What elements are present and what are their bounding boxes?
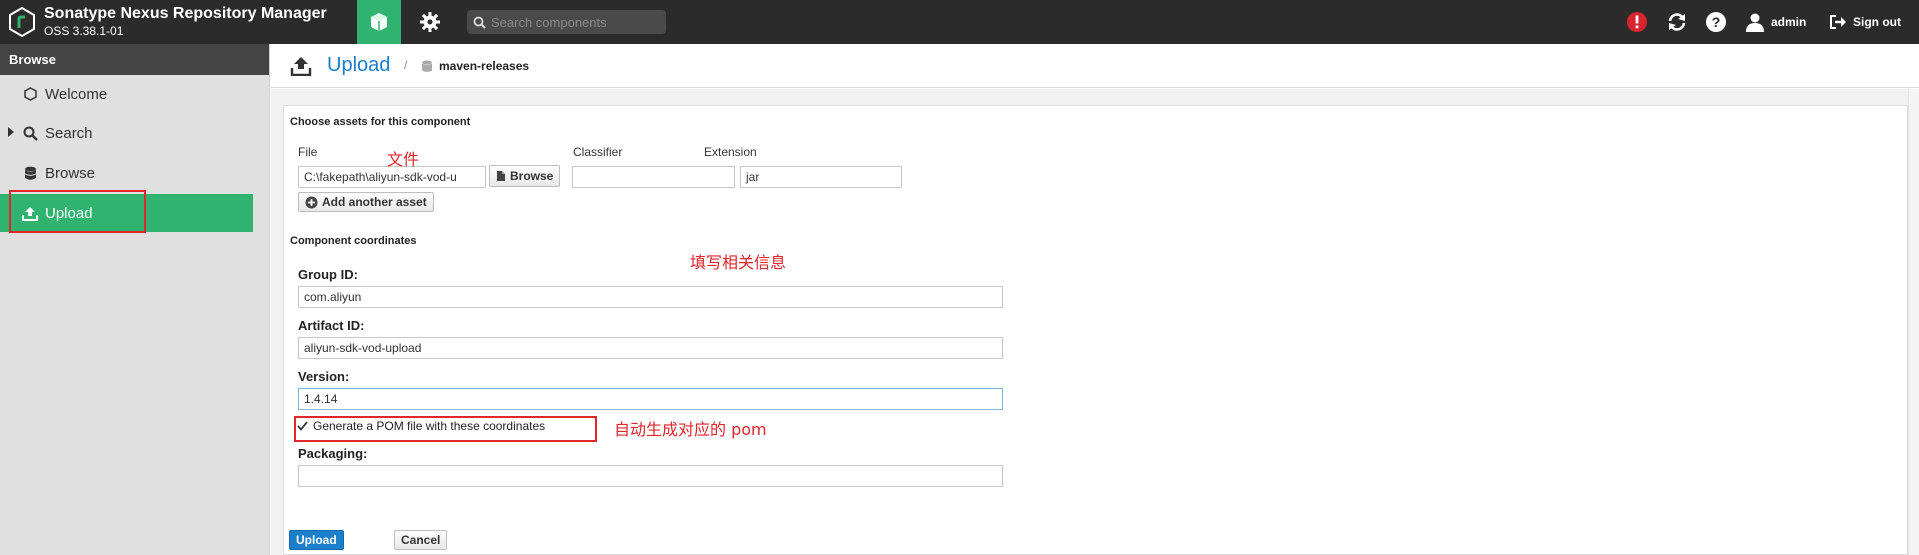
version-field[interactable]: 1.4.14 (298, 388, 1003, 410)
system-alert-button[interactable] (1624, 9, 1650, 35)
annotation-highlight-box (9, 190, 146, 233)
help-icon: ? (1706, 12, 1726, 32)
search-icon (22, 125, 38, 141)
annotation-auto-pom: 自动生成对应的 pom (614, 420, 767, 439)
search-input[interactable] (491, 14, 661, 30)
group-id-label: Group ID: (298, 267, 358, 282)
database-icon (22, 165, 38, 181)
cube-icon (371, 13, 387, 31)
user-icon (1746, 13, 1764, 32)
file-label: File (298, 145, 318, 159)
sign-out-icon (1830, 15, 1846, 29)
sidebar-item-browse[interactable]: Browse (0, 154, 253, 192)
browse-mode-button[interactable] (357, 0, 401, 44)
gear-icon (420, 12, 440, 32)
search-box[interactable] (467, 10, 666, 34)
classifier-label: Classifier (573, 145, 623, 159)
refresh-icon (1668, 13, 1686, 31)
admin-mode-button[interactable] (413, 0, 447, 44)
sidebar: Browse Welcome Search Browse Upload (0, 44, 270, 555)
username: admin (1771, 15, 1807, 29)
user-menu[interactable]: admin (1745, 0, 1806, 44)
sidebar-title: Browse (0, 44, 269, 75)
extension-field[interactable]: jar (740, 166, 902, 188)
sign-out-button[interactable]: Sign out (1829, 0, 1901, 44)
sidebar-item-welcome[interactable]: Welcome (0, 75, 253, 113)
search-icon (473, 16, 486, 29)
expand-arrow-icon[interactable] (8, 127, 14, 137)
refresh-button[interactable] (1664, 9, 1690, 35)
help-button[interactable]: ? (1703, 9, 1729, 35)
svg-text:?: ? (1712, 14, 1721, 30)
classifier-field[interactable] (572, 166, 735, 188)
annotation-highlight-box (294, 416, 597, 442)
plus-circle-icon (305, 196, 318, 208)
packaging-field[interactable] (298, 465, 1003, 487)
app-version: OSS 3.38.1-01 (44, 24, 124, 38)
scrollbar[interactable] (1908, 89, 1919, 555)
sidebar-item-label: Search (45, 124, 93, 142)
breadcrumb-repository[interactable]: maven-releases (439, 59, 529, 73)
hexagon-icon (22, 86, 38, 102)
upload-icon (290, 56, 312, 81)
file-icon (497, 171, 505, 181)
packaging-label: Packaging: (298, 446, 368, 461)
assets-section-title: Choose assets for this component (290, 116, 471, 128)
artifact-id-field[interactable]: aliyun-sdk-vod-upload (298, 337, 1003, 359)
version-label: Version: (298, 369, 350, 384)
sidebar-item-label: Browse (45, 164, 96, 182)
annotation-file: 文件 (387, 150, 420, 169)
add-asset-button[interactable]: Add another asset (298, 192, 434, 212)
database-icon (421, 60, 433, 78)
alert-icon (1627, 12, 1647, 32)
app-title: Sonatype Nexus Repository Manager (44, 5, 327, 22)
browse-button-label: Browse (510, 169, 554, 183)
upload-button[interactable]: Upload (289, 530, 344, 550)
sidebar-item-label: Welcome (45, 85, 108, 103)
cancel-button-label: Cancel (401, 533, 441, 547)
nexus-logo-icon (9, 7, 35, 37)
breadcrumb-separator: / (404, 58, 408, 72)
top-bar: Sonatype Nexus Repository Manager OSS 3.… (0, 0, 1919, 44)
coordinates-section-title: Component coordinates (290, 235, 417, 247)
browse-button[interactable]: Browse (489, 165, 561, 187)
annotation-fill-info: 填写相关信息 (690, 253, 787, 272)
extension-label: Extension (704, 145, 757, 159)
upload-button-label: Upload (296, 533, 337, 547)
page-header: Upload / maven-releases (271, 44, 1919, 88)
cancel-button[interactable]: Cancel (394, 530, 448, 550)
page-title: Upload (327, 54, 391, 76)
sign-out-label: Sign out (1853, 15, 1901, 29)
group-id-field[interactable]: com.aliyun (298, 286, 1003, 308)
artifact-id-label: Artifact ID: (298, 318, 365, 333)
sidebar-item-search[interactable]: Search (0, 114, 253, 152)
add-asset-label: Add another asset (322, 195, 427, 209)
